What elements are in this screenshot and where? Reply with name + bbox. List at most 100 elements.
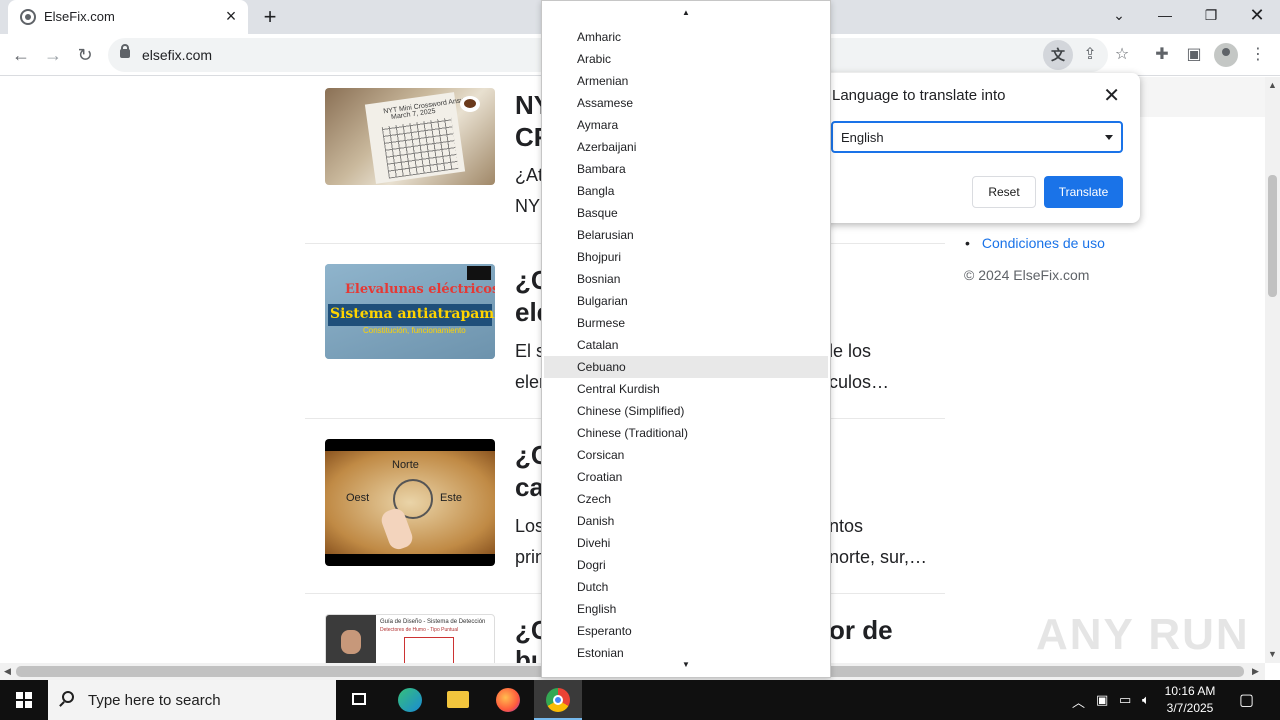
language-option[interactable]: Catalan bbox=[544, 334, 828, 356]
tray-chevron-icon[interactable]: ︿ bbox=[1072, 692, 1085, 711]
sidebar-box bbox=[1138, 77, 1265, 117]
popup-title: Language to translate into bbox=[832, 87, 1006, 104]
scroll-right-arrow-icon[interactable]: ▶ bbox=[1252, 666, 1259, 677]
scroll-down-icon[interactable]: ▼ bbox=[542, 660, 830, 669]
menu-kebab-icon[interactable]: ⋮ bbox=[1246, 43, 1270, 67]
volume-icon[interactable]: 🔈︎ bbox=[1142, 692, 1150, 708]
article-thumbnail[interactable]: Guía de Diseño - Sistema de Detección De… bbox=[325, 614, 495, 663]
start-button[interactable] bbox=[0, 680, 48, 720]
forward-button[interactable]: → bbox=[40, 42, 66, 68]
terms-of-use-link[interactable]: Condiciones de uso bbox=[965, 235, 1105, 251]
lock-icon[interactable] bbox=[120, 44, 130, 58]
watermark: ANY RUN bbox=[1036, 610, 1250, 659]
profile-avatar[interactable] bbox=[1214, 43, 1238, 67]
site-favicon-icon bbox=[20, 9, 36, 25]
selected-language[interactable]: English bbox=[841, 130, 884, 145]
language-option[interactable]: Chinese (Traditional) bbox=[544, 422, 828, 444]
reset-button[interactable]: Reset bbox=[972, 176, 1036, 208]
article-thumbnail[interactable]: Norte Oest Este bbox=[325, 439, 495, 566]
language-option[interactable]: Divehi bbox=[544, 532, 828, 554]
browser-tab[interactable]: ElseFix.com × bbox=[8, 0, 248, 34]
language-option[interactable]: Bhojpuri bbox=[544, 246, 828, 268]
extensions-icon[interactable]: ✚ bbox=[1150, 43, 1174, 67]
language-option[interactable]: English bbox=[544, 598, 828, 620]
scroll-left-arrow-icon[interactable]: ◀ bbox=[4, 666, 11, 677]
edge-icon[interactable] bbox=[386, 680, 434, 720]
language-option[interactable]: Belarusian bbox=[544, 224, 828, 246]
article-excerpt-right-cont: norte, sur,… bbox=[829, 547, 928, 567]
back-button[interactable]: ← bbox=[8, 42, 34, 68]
language-options: Amharic Arabic Armenian Assamese Aymara Azerb… bbox=[544, 26, 828, 664]
tab-title: ElseFix.com bbox=[44, 9, 115, 24]
bookmark-star-icon[interactable]: ☆ bbox=[1110, 43, 1134, 67]
close-popup-icon[interactable]: ✕ bbox=[1103, 83, 1120, 108]
copyright-text: © 2024 ElseFix.com bbox=[964, 267, 1090, 283]
dropdown-caret-icon[interactable] bbox=[1105, 135, 1113, 140]
article-excerpt-right: ntos bbox=[829, 516, 864, 536]
language-option[interactable]: Bambara bbox=[544, 158, 828, 180]
article-thumbnail[interactable]: NYT Mini Crossword Answers March 7, 2025 bbox=[325, 88, 495, 185]
vertical-scrollbar[interactable]: ▲ ▼ bbox=[1265, 77, 1280, 663]
language-option[interactable]: Central Kurdish bbox=[544, 378, 828, 400]
language-option[interactable]: Bosnian bbox=[544, 268, 828, 290]
close-window-button[interactable]: ✕ bbox=[1234, 0, 1280, 30]
translate-popup: Language to translate into ✕ English Res… bbox=[818, 73, 1140, 223]
minimize-button[interactable]: — bbox=[1142, 0, 1188, 30]
clock-date: 3/7/2025 bbox=[1166, 701, 1214, 715]
language-option[interactable]: Croatian bbox=[544, 466, 828, 488]
close-tab-icon[interactable]: × bbox=[222, 7, 240, 25]
language-option[interactable]: Assamese bbox=[544, 92, 828, 114]
language-option[interactable]: Danish bbox=[544, 510, 828, 532]
language-option[interactable]: Cebuano bbox=[544, 356, 828, 378]
firefox-icon[interactable] bbox=[484, 680, 532, 720]
language-option[interactable]: Azerbaijani bbox=[544, 136, 828, 158]
language-option[interactable]: Armenian bbox=[544, 70, 828, 92]
new-tab-button[interactable]: + bbox=[258, 5, 282, 29]
language-option[interactable]: Burmese bbox=[544, 312, 828, 334]
article-excerpt-cont: NY bbox=[515, 196, 541, 216]
search-placeholder[interactable]: Type here to search bbox=[88, 692, 221, 709]
article-thumbnail[interactable]: Elevalunas eléctricos Sistema antiatrapa… bbox=[325, 264, 495, 359]
language-option[interactable]: Esperanto bbox=[544, 620, 828, 642]
language-option[interactable]: Dutch bbox=[544, 576, 828, 598]
article-excerpt-right: le los bbox=[829, 341, 872, 361]
translate-icon[interactable]: 文 bbox=[1043, 40, 1073, 70]
language-option[interactable]: Amharic bbox=[544, 26, 828, 48]
scroll-up-icon[interactable]: ▲ bbox=[542, 8, 830, 17]
network-icon[interactable]: ▭ bbox=[1119, 692, 1131, 708]
language-option[interactable]: Corsican bbox=[544, 444, 828, 466]
language-option[interactable]: Bangla bbox=[544, 180, 828, 202]
language-option[interactable]: Bulgarian bbox=[544, 290, 828, 312]
article-excerpt-right-cont: culos… bbox=[829, 372, 890, 392]
side-panel-icon[interactable]: ▣ bbox=[1182, 43, 1206, 67]
translate-button[interactable]: Translate bbox=[1044, 176, 1123, 208]
windows-taskbar: Type here to search ︿ ▣ ▭ 🔈︎ 10:16 AM 3/… bbox=[0, 680, 1280, 720]
file-explorer-icon[interactable] bbox=[434, 680, 482, 720]
language-dropdown-list[interactable]: ▲ Amharic Arabic Armenian Assamese Aymara Aze… bbox=[541, 0, 831, 678]
target-language-select[interactable]: English bbox=[831, 121, 1123, 153]
reload-button[interactable]: ↻ bbox=[72, 42, 98, 68]
article-title-cont[interactable]: ca bbox=[515, 471, 544, 503]
language-option[interactable]: Czech bbox=[544, 488, 828, 510]
tab-search-chevron-icon[interactable]: ⌄ bbox=[1096, 0, 1142, 30]
meet-now-icon[interactable]: ▣ bbox=[1096, 692, 1108, 708]
language-option[interactable]: Basque bbox=[544, 202, 828, 224]
scroll-up-arrow-icon[interactable]: ▲ bbox=[1268, 80, 1277, 90]
share-icon[interactable]: ⇪ bbox=[1078, 43, 1102, 67]
system-clock[interactable]: 10:16 AM 3/7/2025 bbox=[1160, 683, 1220, 717]
clock-time: 10:16 AM bbox=[1164, 684, 1216, 698]
article-title-right[interactable]: or de bbox=[829, 614, 893, 646]
language-option[interactable]: Dogri bbox=[544, 554, 828, 576]
article-excerpt: Los bbox=[515, 516, 545, 536]
vertical-scroll-thumb[interactable] bbox=[1268, 175, 1277, 297]
url-text[interactable]: elsefix.com bbox=[142, 47, 212, 63]
task-view-icon[interactable] bbox=[336, 680, 384, 720]
scroll-down-arrow-icon[interactable]: ▼ bbox=[1268, 649, 1277, 659]
notifications-icon[interactable]: ▢ bbox=[1239, 690, 1254, 710]
language-option[interactable]: Aymara bbox=[544, 114, 828, 136]
restore-button[interactable]: ❐ bbox=[1188, 0, 1234, 30]
chrome-icon[interactable] bbox=[534, 680, 582, 720]
language-option[interactable]: Chinese (Simplified) bbox=[544, 400, 828, 422]
language-option[interactable]: Arabic bbox=[544, 48, 828, 70]
taskbar-search-box[interactable]: Type here to search bbox=[48, 680, 336, 720]
